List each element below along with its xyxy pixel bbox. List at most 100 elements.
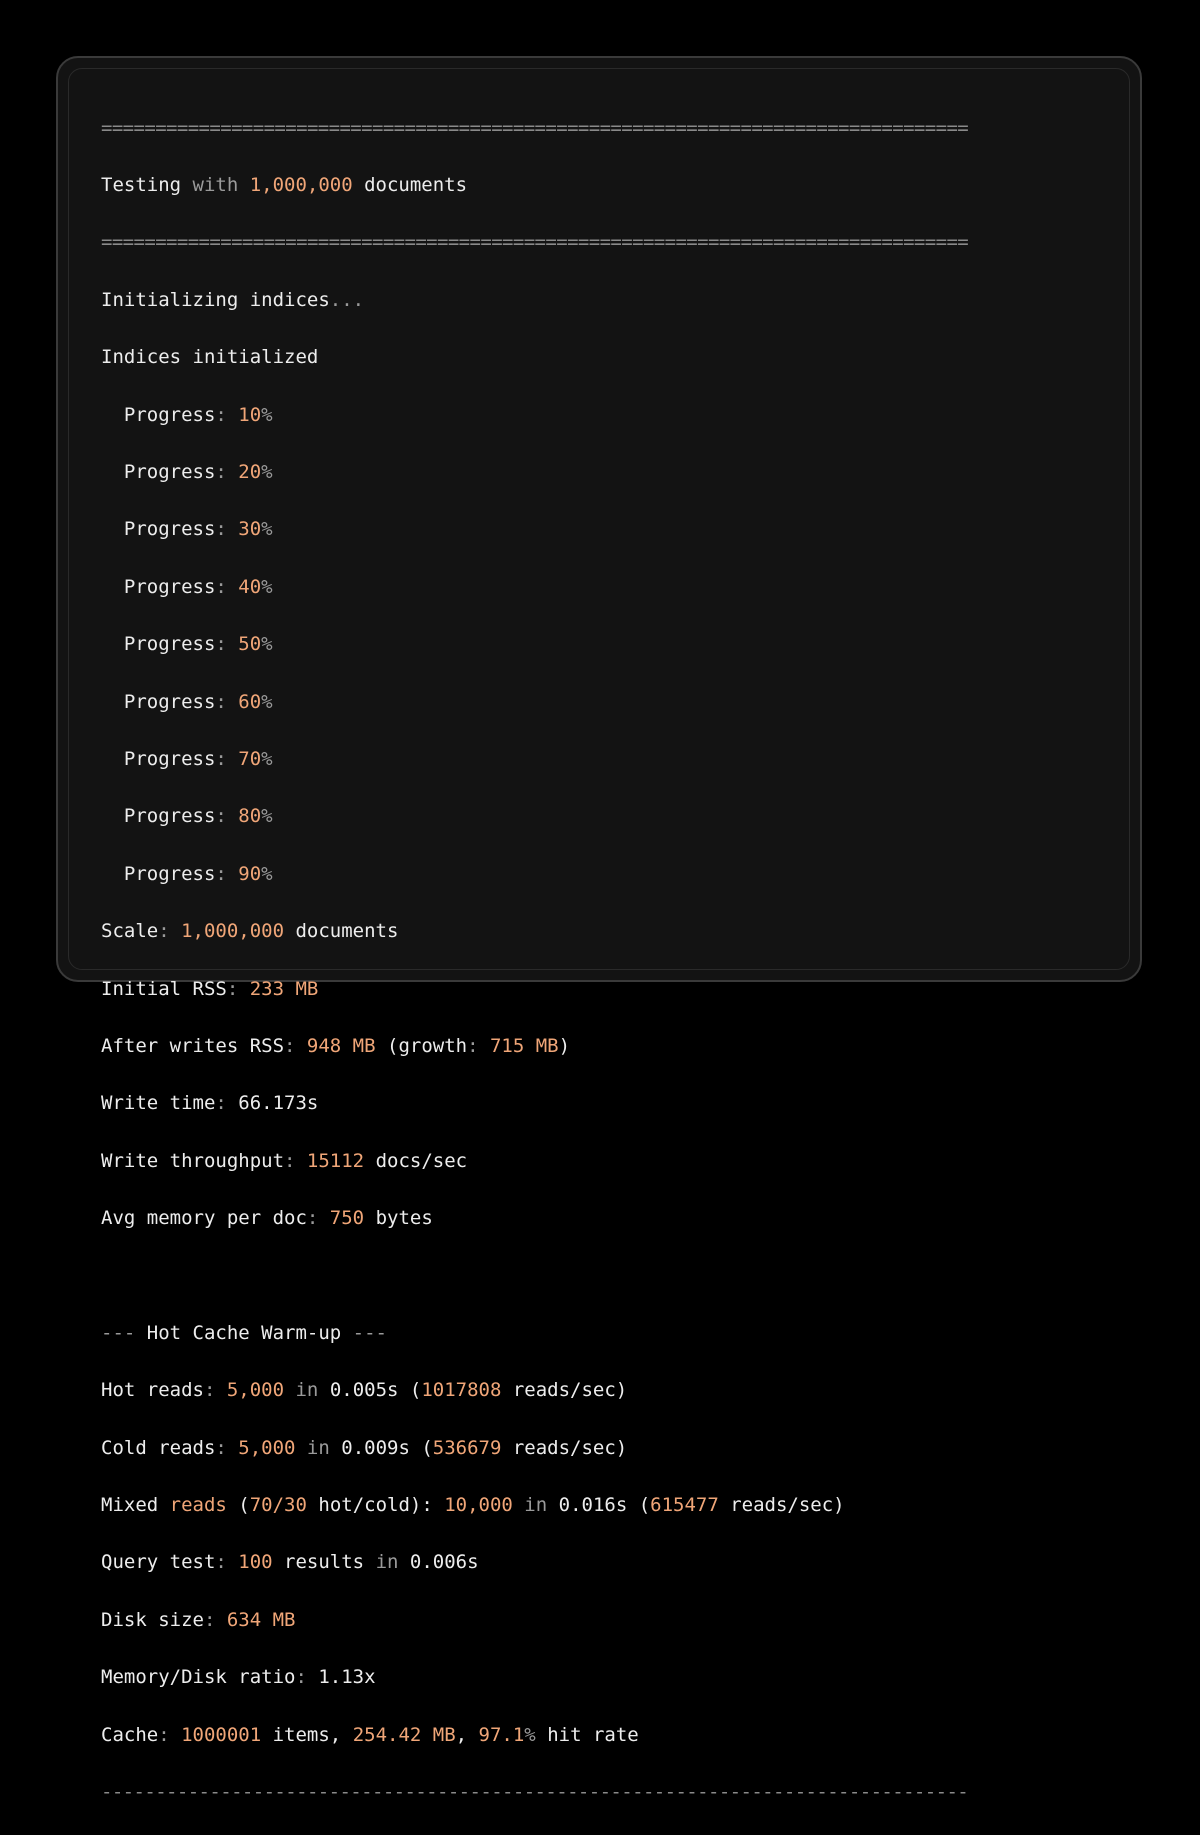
progress-colon: : <box>215 633 239 656</box>
hot-cache-dashes-left: --- <box>101 1321 147 1344</box>
write-time-line: Write time: 66.173s <box>101 1089 968 1118</box>
progress-pct: % <box>261 461 273 484</box>
hot-cache-title: Hot Cache Warm-up <box>146 1321 342 1344</box>
progress-line: Progress: 30% <box>101 515 968 544</box>
hot-cache-dashes-right: --- <box>341 1321 387 1344</box>
cold-reads-line: Cold reads: 5,000 in 0.009s (536679 read… <box>101 1434 968 1463</box>
cache-line: Cache: 1000001 items, 254.42 MB, 97.1% h… <box>101 1721 968 1750</box>
write-time-value: 66.173s <box>238 1092 319 1115</box>
progress-value: 70 <box>238 748 262 770</box>
hot-reads-unit: reads/sec) <box>501 1379 628 1402</box>
query-test-count: 100 <box>238 1551 273 1574</box>
progress-value: 50 <box>238 633 262 656</box>
cache-hit-label: hit rate <box>535 1723 639 1746</box>
progress-value: 60 <box>238 690 262 713</box>
growth-label: (growth <box>375 1034 468 1057</box>
mixed-rate: 615477 <box>650 1494 719 1517</box>
mem-disk-ratio-value: 1.13x <box>318 1666 376 1689</box>
mem-disk-ratio-label: Memory/Disk ratio <box>101 1666 296 1689</box>
scale-value: 1,000,000 <box>181 920 285 943</box>
write-time-colon: : <box>215 1092 239 1115</box>
mem-disk-ratio-line: Memory/Disk ratio: 1.13x <box>101 1663 968 1692</box>
testing-unit: documents <box>352 174 468 197</box>
growth-colon: : <box>467 1034 490 1057</box>
write-throughput-line: Write throughput: 15112 docs/sec <box>101 1147 968 1176</box>
avg-memory-colon: : <box>306 1207 330 1230</box>
progress-label: Progress <box>101 690 216 713</box>
progress-pct: % <box>261 403 273 426</box>
progress-value: 90 <box>238 862 262 885</box>
progress-line: Progress: 40% <box>101 573 968 602</box>
cache-comma: , <box>455 1723 479 1746</box>
hot-reads-label: Hot reads <box>101 1379 204 1402</box>
write-time-label: Write time <box>101 1092 216 1115</box>
write-throughput-value: 15112 <box>306 1149 365 1172</box>
init-ellipsis: ... <box>329 288 365 311</box>
init-line: Initializing indices... <box>101 286 968 315</box>
initial-rss-colon: : <box>226 977 250 1000</box>
progress-colon: : <box>215 518 239 541</box>
testing-label: Testing <box>101 174 182 197</box>
progress-label: Progress <box>101 633 216 656</box>
separator-mid: ========================================… <box>101 231 969 254</box>
progress-colon: : <box>215 862 239 885</box>
write-throughput-unit: docs/sec <box>364 1149 468 1172</box>
hot-cache-header: --- Hot Cache Warm-up --- <box>101 1319 968 1348</box>
progress-colon: : <box>215 403 239 426</box>
mixed-ratio: 70/30 <box>249 1494 307 1517</box>
cold-reads-in: in <box>295 1436 342 1459</box>
progress-pct: % <box>261 518 273 541</box>
progress-value: 40 <box>238 575 262 598</box>
progress-value: 10 <box>238 403 262 426</box>
mixed-reads-line: Mixed reads (70/30 hot/cold): 10,000 in … <box>101 1491 968 1520</box>
initial-rss-value: 233 MB <box>249 977 319 1000</box>
progress-line: Progress: 80% <box>101 802 968 831</box>
progress-label: Progress <box>101 805 216 828</box>
mixed-paren-open: ( <box>226 1494 250 1517</box>
cold-reads-label: Cold reads <box>101 1436 216 1459</box>
scale-unit: documents <box>284 920 399 943</box>
disk-size-label: Disk size <box>101 1608 204 1631</box>
cache-items-count: 1000001 <box>181 1723 262 1746</box>
progress-value: 20 <box>238 461 262 484</box>
progress-colon: : <box>215 690 239 713</box>
progress-pct: % <box>261 748 273 770</box>
hot-reads-rate: 1017808 <box>421 1379 502 1402</box>
testing-with: with <box>181 174 250 197</box>
cold-reads-rate: 536679 <box>432 1436 502 1459</box>
scale-colon: : <box>158 920 182 943</box>
avg-memory-value: 750 <box>329 1207 365 1230</box>
after-writes-label: After writes RSS <box>101 1034 285 1057</box>
progress-line: Progress: 60% <box>101 688 968 717</box>
cold-reads-count: 5,000 <box>238 1436 296 1459</box>
cache-colon: : <box>158 1723 182 1746</box>
progress-pct: % <box>261 690 273 713</box>
mixed-unit: reads/sec) <box>718 1494 845 1517</box>
query-test-in: in <box>364 1551 410 1574</box>
growth-value: 715 MB <box>489 1034 559 1057</box>
testing-line: Testing with 1,000,000 documents <box>101 171 968 200</box>
initial-rss-line: Initial RSS: 233 MB <box>101 975 968 1004</box>
progress-pct: % <box>261 633 273 656</box>
progress-line: Progress: 50% <box>101 630 968 659</box>
avg-memory-label: Avg memory per doc <box>101 1207 307 1230</box>
mixed-reads-word: reads <box>169 1494 227 1517</box>
disk-size-line: Disk size: 634 MB <box>101 1606 968 1635</box>
progress-line: Progress: 70% <box>101 745 968 774</box>
cache-size: 254.42 MB <box>352 1723 456 1746</box>
progress-label: Progress <box>101 518 216 541</box>
progress-line: Progress: 10% <box>101 401 968 430</box>
cold-reads-colon: : <box>215 1436 239 1459</box>
scale-line: Scale: 1,000,000 documents <box>101 917 968 946</box>
progress-label: Progress <box>101 403 216 426</box>
disk-size-colon: : <box>203 1608 227 1631</box>
mem-disk-ratio-colon: : <box>295 1666 319 1689</box>
init-text: Initializing indices <box>101 288 330 311</box>
mixed-paren: ( <box>627 1494 651 1517</box>
separator-top: ========================================… <box>101 116 969 139</box>
progress-value: 80 <box>238 805 262 828</box>
growth-close: ) <box>558 1034 571 1057</box>
hot-reads-count: 5,000 <box>226 1379 285 1402</box>
hot-reads-time: 0.005s <box>329 1379 399 1402</box>
